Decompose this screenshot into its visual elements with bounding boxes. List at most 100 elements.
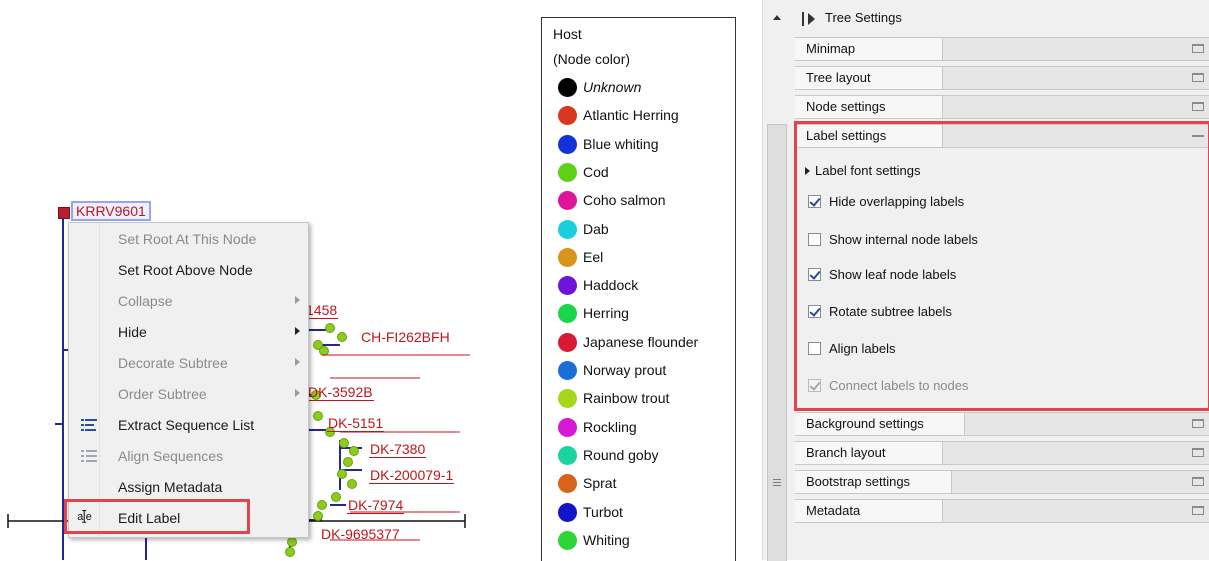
legend-entry-label: Haddock bbox=[583, 277, 639, 294]
legend-color-dot-icon bbox=[558, 389, 577, 409]
legend-entry: Turbot bbox=[555, 501, 735, 523]
legend-color-dot-icon bbox=[558, 247, 577, 267]
menu-item-hide[interactable]: Hide bbox=[69, 318, 308, 346]
legend-entry: Blue whiting bbox=[555, 133, 735, 155]
selected-node-label[interactable]: KRRV9601 bbox=[71, 201, 151, 221]
vertical-scrollbar[interactable] bbox=[762, 0, 793, 561]
leaf-label[interactable]: DK-5151 bbox=[327, 415, 385, 432]
menu-item-label: Assign Metadata bbox=[118, 479, 223, 495]
expand-arrow-icon bbox=[808, 13, 815, 25]
scroll-up-arrow-icon[interactable] bbox=[773, 15, 781, 20]
submenu-arrow-icon bbox=[295, 296, 300, 304]
legend-entry: Rockling bbox=[555, 416, 735, 438]
menu-item-label: Set Root At This Node bbox=[118, 231, 257, 247]
legend-entry: Atlantic Herring bbox=[555, 104, 735, 126]
legend-color-dot-icon bbox=[558, 78, 577, 97]
leaf-label[interactable]: DK-200079-1 bbox=[369, 467, 455, 484]
folder-icon bbox=[1192, 448, 1204, 457]
legend-entry: Sprat bbox=[555, 472, 735, 494]
menu-item-label: Hide bbox=[118, 324, 147, 340]
legend-color-dot-icon bbox=[558, 134, 577, 154]
menu-item-align-sequences[interactable]: Align Sequences bbox=[69, 442, 308, 470]
leaf-label[interactable]: 1458 bbox=[305, 302, 339, 319]
menu-item-label: Set Root Above Node bbox=[118, 262, 253, 278]
menu-item-assign-metadata[interactable]: Assign Metadata bbox=[69, 473, 308, 501]
menu-item-set-root-at-node[interactable]: Set Root At This Node bbox=[69, 225, 308, 253]
legend-entry-label: Rockling bbox=[583, 418, 637, 435]
tree-settings-panel: Tree Settings Minimap Tree layout Node s… bbox=[792, 0, 1209, 560]
legend-color-dot-icon bbox=[558, 474, 577, 494]
legend-entry: Cod bbox=[555, 161, 735, 183]
leaf-label[interactable]: CH-FI262BFH bbox=[360, 329, 451, 345]
legend-entry: Unknown bbox=[555, 76, 735, 98]
menu-item-label: Extract Sequence List bbox=[118, 417, 255, 433]
legend-title: Host bbox=[553, 26, 582, 42]
legend-entry-label: Whiting bbox=[583, 531, 630, 548]
menu-item-order-subtree[interactable]: Order Subtree bbox=[69, 380, 308, 408]
legend-color-dot-icon bbox=[558, 162, 577, 182]
legend-color-dot-icon bbox=[558, 191, 577, 211]
legend-color-dot-icon bbox=[558, 530, 577, 550]
panel-header[interactable]: Tree Settings bbox=[792, 0, 1209, 34]
folder-icon bbox=[1192, 506, 1204, 515]
panel-separator-icon bbox=[802, 12, 804, 26]
section-label: Branch layout bbox=[795, 442, 943, 464]
leaf-label[interactable]: DK-7974 bbox=[347, 497, 405, 514]
legend-entry-label: Norway prout bbox=[583, 362, 667, 378]
leaf-label[interactable]: DK-3592B bbox=[307, 384, 374, 401]
section-node-settings[interactable]: Node settings bbox=[795, 95, 1209, 119]
menu-item-decorate-subtree[interactable]: Decorate Subtree bbox=[69, 349, 308, 377]
legend-color-dot-icon bbox=[558, 276, 577, 296]
legend-entry-label: Atlantic Herring bbox=[583, 107, 679, 124]
legend-color-dot-icon bbox=[558, 304, 577, 324]
legend-entry: Coho salmon bbox=[555, 189, 735, 211]
legend-color-dot-icon bbox=[558, 361, 577, 380]
section-label: Bootstrap settings bbox=[795, 471, 952, 493]
section-branch-layout[interactable]: Branch layout bbox=[795, 441, 1209, 465]
label-settings-highlight-box bbox=[794, 121, 1209, 411]
section-background-settings[interactable]: Background settings bbox=[795, 412, 1209, 436]
submenu-arrow-icon bbox=[295, 358, 300, 366]
menu-item-label: Decorate Subtree bbox=[118, 355, 228, 371]
section-minimap[interactable]: Minimap bbox=[795, 37, 1209, 61]
legend-entry: Dab bbox=[555, 218, 735, 240]
legend-color-dot-icon bbox=[558, 332, 577, 352]
section-metadata[interactable]: Metadata bbox=[795, 499, 1209, 523]
legend-entry-label: Turbot bbox=[583, 503, 623, 520]
legend-color-dot-icon bbox=[558, 502, 577, 522]
legend-entry: Norway prout bbox=[555, 359, 735, 381]
folder-icon bbox=[1192, 73, 1204, 82]
edit-label-highlight-box bbox=[64, 499, 250, 534]
section-tree-layout[interactable]: Tree layout bbox=[795, 66, 1209, 90]
legend-entry-label: Sprat bbox=[583, 475, 617, 492]
menu-item-label: Order Subtree bbox=[118, 386, 207, 402]
legend-entry: Herring bbox=[555, 302, 735, 324]
legend-entry-label: Japanese flounder bbox=[583, 333, 699, 350]
sequence-list-icon bbox=[81, 419, 97, 431]
scrollbar-thumb[interactable] bbox=[767, 124, 787, 561]
host-legend: Host (Node color) Unknown Atlantic Herrin… bbox=[541, 17, 736, 561]
leaf-label[interactable]: DK-9695377 bbox=[320, 526, 401, 542]
leaf-label[interactable]: DK-7380 bbox=[369, 441, 427, 458]
section-bootstrap-settings[interactable]: Bootstrap settings bbox=[795, 470, 1209, 494]
selected-node-marker[interactable] bbox=[58, 207, 70, 219]
legend-entry: Eel bbox=[555, 246, 735, 268]
legend-entry-label: Blue whiting bbox=[583, 135, 659, 152]
submenu-arrow-icon bbox=[295, 327, 300, 335]
folder-icon bbox=[1192, 102, 1204, 111]
tree-view[interactable]: KRRV9601 1458 CH-FI262BFH DK-3592B DK-51… bbox=[0, 0, 520, 560]
legend-entry: Round goby bbox=[555, 444, 735, 466]
legend-entry: Whiting bbox=[555, 529, 735, 551]
menu-item-extract-sequence-list[interactable]: Extract Sequence List bbox=[69, 411, 308, 439]
menu-item-collapse[interactable]: Collapse bbox=[69, 287, 308, 315]
menu-item-label: Align Sequences bbox=[118, 448, 224, 464]
folder-icon bbox=[1192, 419, 1204, 428]
legend-entry-label: Eel bbox=[583, 248, 604, 265]
menu-item-set-root-above-node[interactable]: Set Root Above Node bbox=[69, 256, 308, 284]
legend-entry-label: Cod bbox=[583, 163, 609, 180]
folder-icon bbox=[1192, 44, 1204, 53]
section-label: Background settings bbox=[795, 413, 965, 435]
submenu-arrow-icon bbox=[295, 389, 300, 397]
legend-entry-label: Herring bbox=[583, 305, 629, 322]
legend-color-dot-icon bbox=[558, 417, 577, 437]
